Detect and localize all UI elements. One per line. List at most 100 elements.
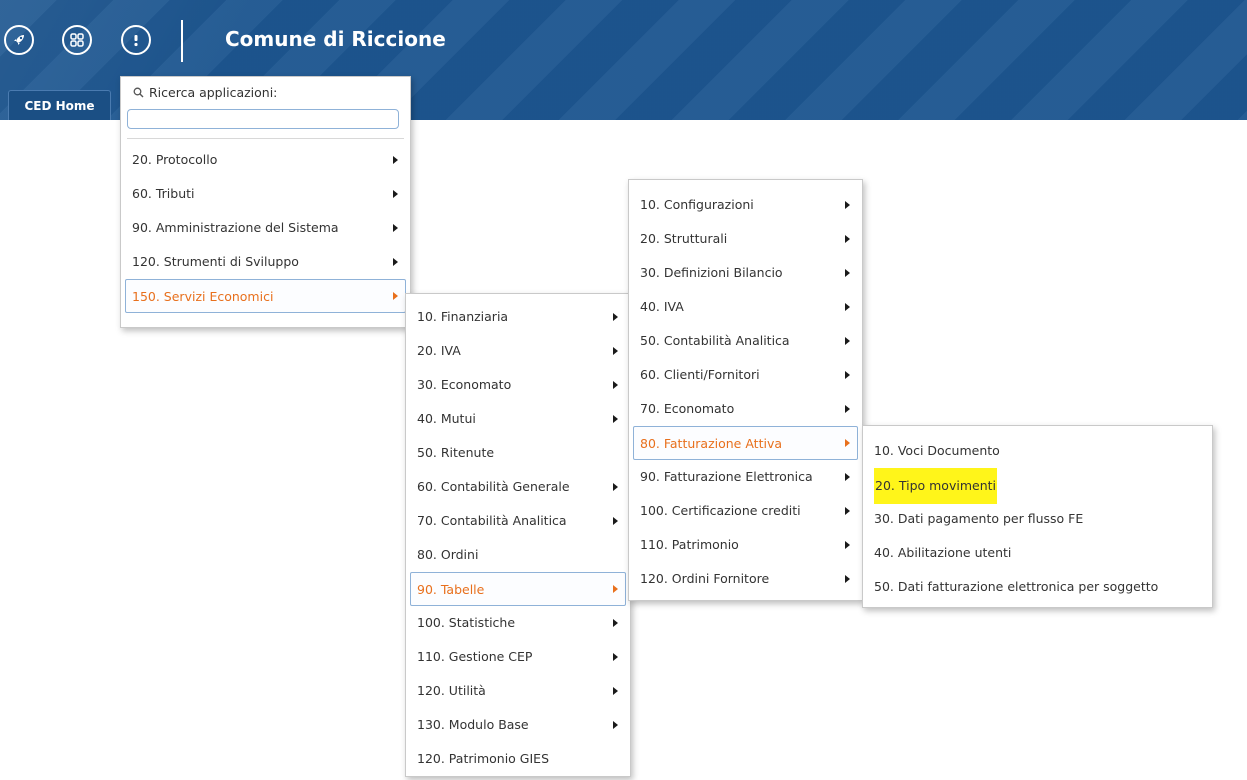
submenu-arrow-icon [613,313,618,321]
submenu-arrow-icon [845,201,850,209]
menu-item-60-tributi[interactable]: 60. Tributi [121,177,410,211]
menu-item-20-iva[interactable]: 20. IVA [406,334,630,368]
submenu-arrow-icon [845,507,850,515]
submenu-arrow-icon [845,303,850,311]
menu-item-30-dati-pagamento-per-flusso-fe[interactable]: 30. Dati pagamento per flusso FE [863,502,1212,536]
menu-item-120-utilit[interactable]: 120. Utilità [406,674,630,708]
menu-item-label: 10. Configurazioni [640,197,754,212]
menu-item-120-ordini-fornitore[interactable]: 120. Ordini Fornitore [629,562,862,596]
menu-item-30-economato[interactable]: 30. Economato [406,368,630,402]
menu-item-label: 120. Strumenti di Sviluppo [132,254,299,269]
menu-item-40-iva[interactable]: 40. IVA [629,290,862,324]
menu-item-80-fatturazione-attiva[interactable]: 80. Fatturazione Attiva [633,426,858,460]
submenu-arrow-icon [613,517,618,525]
menu-item-label: 20. IVA [417,343,461,358]
submenu-arrow-icon [613,687,618,695]
submenu-arrow-icon [845,371,850,379]
menu-item-label: 40. Mutui [417,411,476,426]
menu-item-label: 10. Voci Documento [874,443,1000,458]
menu-item-20-tipo-movimenti[interactable]: 20. Tipo movimenti [863,468,1212,504]
menu-item-130-modulo-base[interactable]: 130. Modulo Base [406,708,630,742]
menu-item-70-economato[interactable]: 70. Economato [629,392,862,426]
submenu-arrow-icon [393,258,398,266]
menu-item-label: 30. Dati pagamento per flusso FE [874,511,1084,526]
menu-item-label: 110. Patrimonio [640,537,739,552]
menu-item-label: 80. Fatturazione Attiva [640,436,783,451]
menu-item-80-ordini[interactable]: 80. Ordini [406,538,630,572]
menu-item-label: 30. Definizioni Bilancio [640,265,783,280]
submenu-arrow-icon [393,224,398,232]
submenu-arrow-icon [613,585,618,593]
menu-item-label: 100. Certificazione crediti [640,503,801,518]
app-title: Comune di Riccione [225,27,446,51]
menu-item-label: 110. Gestione CEP [417,649,533,664]
app-menu: Ricerca applicazioni: 20. Protocollo 60. … [120,76,411,328]
submenu-arrow-icon [845,235,850,243]
search-input[interactable] [127,109,399,129]
menu-item-label: 100. Statistiche [417,615,516,630]
menu-item-150-servizi-economici[interactable]: 150. Servizi Economici [125,279,406,313]
submenu-arrow-icon [845,439,850,447]
submenu-arrow-icon [613,721,618,729]
fatturazione-attiva-menu: 10. Voci Documento 20. Tipo movimenti 30. … [862,425,1213,608]
menu-item-label: 90. Tabelle [417,582,485,597]
servizi-economici-menu: 10. Finanziaria 20. IVA 30. Economato 40. M… [405,293,631,777]
menu-item-120-patrimonio-gies[interactable]: 120. Patrimonio GIES [406,742,630,776]
menu-item-20-strutturali[interactable]: 20. Strutturali [629,222,862,256]
menu-item-label: 60. Contabilità Generale [417,479,570,494]
menu-item-40-abilitazione-utenti[interactable]: 40. Abilitazione utenti [863,536,1212,570]
info-icon[interactable] [121,25,151,55]
menu-item-label: 120. Patrimonio GIES [417,751,550,766]
menu-item-label: 30. Economato [417,377,512,392]
menu-item-60-contabilit-generale[interactable]: 60. Contabilità Generale [406,470,630,504]
apps-grid-icon[interactable] [62,25,92,55]
menu-item-30-definizioni-bilancio[interactable]: 30. Definizioni Bilancio [629,256,862,290]
submenu-arrow-icon [393,292,398,300]
menu-item-10-finanziaria[interactable]: 10. Finanziaria [406,300,630,334]
submenu-arrow-icon [845,575,850,583]
menu-item-label: 120. Ordini Fornitore [640,571,770,586]
menu-item-label: 130. Modulo Base [417,717,529,732]
fatturazione-attiva-list: 10. Voci Documento 20. Tipo movimenti 30. … [863,434,1212,604]
tab-ced-home[interactable]: CED Home [8,90,111,120]
submenu-arrow-icon [845,473,850,481]
menu-item-label: 80. Ordini [417,547,479,562]
menu-item-90-tabelle[interactable]: 90. Tabelle [410,572,626,606]
submenu-arrow-icon [613,347,618,355]
submenu-arrow-icon [393,190,398,198]
menu-item-20-protocollo[interactable]: 20. Protocollo [121,143,410,177]
menu-item-90-fatturazione-elettronica[interactable]: 90. Fatturazione Elettronica [629,460,862,494]
app-menu-list: 20. Protocollo 60. Tributi 90. Amministraz… [121,143,410,313]
search-label: Ricerca applicazioni: [149,85,278,100]
menu-item-110-gestione-cep[interactable]: 110. Gestione CEP [406,640,630,674]
submenu-arrow-icon [845,269,850,277]
menu-item-50-contabilit-analitica[interactable]: 50. Contabilità Analitica [629,324,862,358]
menu-item-120-strumenti-di-sviluppo[interactable]: 120. Strumenti di Sviluppo [121,245,410,279]
menu-item-100-certificazione-crediti[interactable]: 100. Certificazione crediti [629,494,862,528]
menu-item-70-contabilit-analitica[interactable]: 70. Contabilità Analitica [406,504,630,538]
menu-item-label: 20. Protocollo [132,152,218,167]
menu-item-10-configurazioni[interactable]: 10. Configurazioni [629,188,862,222]
submenu-arrow-icon [393,156,398,164]
menu-separator [127,138,404,139]
menu-item-label: 50. Contabilità Analitica [640,333,790,348]
menu-item-label: 50. Dati fatturazione elettronica per so… [874,579,1159,594]
menu-item-100-statistiche[interactable]: 100. Statistiche [406,606,630,640]
menu-item-90-amministrazione-del-sistema[interactable]: 90. Amministrazione del Sistema [121,211,410,245]
menu-item-10-voci-documento[interactable]: 10. Voci Documento [863,434,1212,468]
submenu-arrow-icon [845,405,850,413]
menu-item-label: 20. Strutturali [640,231,728,246]
submenu-arrow-icon [613,619,618,627]
menu-item-label: 60. Clienti/Fornitori [640,367,760,382]
menu-item-label: 20. Tipo movimenti [874,468,997,504]
menu-item-50-dati-fatturazione-elettronica-per-soggetto[interactable]: 50. Dati fatturazione elettronica per so… [863,570,1212,604]
menu-item-110-patrimonio[interactable]: 110. Patrimonio [629,528,862,562]
menu-item-60-clienti-fornitori[interactable]: 60. Clienti/Fornitori [629,358,862,392]
menu-item-40-mutui[interactable]: 40. Mutui [406,402,630,436]
menu-item-label: 40. IVA [640,299,684,314]
submenu-arrow-icon [845,541,850,549]
menu-item-50-ritenute[interactable]: 50. Ritenute [406,436,630,470]
menu-item-label: 90. Fatturazione Elettronica [640,469,813,484]
search-row: Ricerca applicazioni: [121,77,410,109]
rocket-icon[interactable] [4,25,34,55]
